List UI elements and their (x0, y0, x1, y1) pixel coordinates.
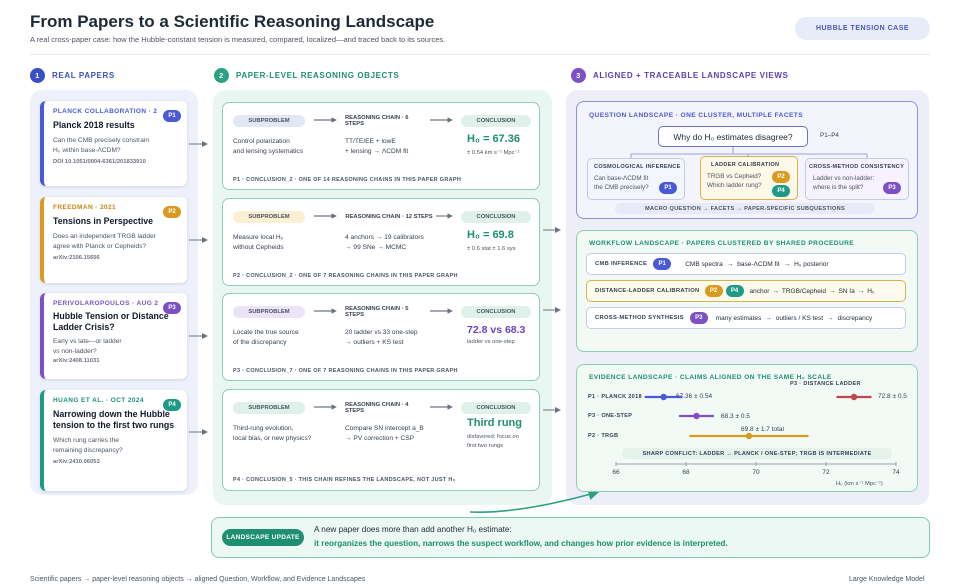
one-step-point (693, 412, 700, 420)
question-footer: MACRO QUESTION → FACETS → PAPER-SPECIFIC… (615, 203, 875, 214)
footer-caption: Scientific papers → paper-level reasonin… (30, 576, 366, 583)
workflow-row-synthesis[interactable]: CROSS-METHOD SYNTHESIS P3 many estimates… (586, 307, 906, 329)
workflow-tag-p2: P2 (704, 285, 723, 297)
question-landscape-panel: QUESTION LANDSCAPE · ONE CLUSTER, MULTIP… (576, 101, 918, 219)
workflow-row-cmb[interactable]: CMB INFERENCE P1 CMB spectra → base-ΛCDM … (586, 253, 906, 275)
facet-label: LADDER CALIBRATION (711, 162, 780, 168)
facet-tag-p3: P3 (883, 182, 901, 194)
workflow-row-ladder[interactable]: DISTANCE-LADDER CALIBRATION P2 P4 anchor… (586, 280, 906, 302)
x-tick-68: 68 (682, 469, 690, 476)
workflow-step: outliers / KS test (775, 314, 824, 322)
landscape-update-banner (211, 517, 930, 558)
workflow-label: DISTANCE-LADDER CALIBRATION (595, 288, 700, 294)
workflow-step: anchor (749, 287, 770, 295)
facet-text: Can base-ΛCDM fit the CMB precisely? (594, 175, 649, 192)
workflow-step: H₀ posterior (794, 260, 829, 268)
update-line-2: it reorganizes the question, narrows the… (314, 539, 728, 548)
x-tick-72: 72 (822, 469, 830, 476)
workflow-step: base-ΛCDM fit (737, 260, 780, 268)
trgb-point (745, 432, 753, 440)
workflow-tag-p4: P4 (725, 285, 744, 297)
facet-label: COSMOLOGICAL INFERENCE (594, 164, 681, 170)
workflow-step: many estimates (715, 314, 762, 322)
update-arrow (469, 489, 600, 513)
footer-brand: Large Knowledge Model (849, 576, 925, 583)
workflow-step: SN Ia (838, 287, 855, 295)
planck-point (660, 393, 667, 401)
workflow-tag-p1: P1 (653, 258, 672, 270)
x-tick-70: 70 (752, 469, 760, 476)
workflow-step: CMB spectra (685, 260, 723, 268)
x-tick-74: 74 (892, 469, 900, 476)
workflow-landscape-title: WORKFLOW LANDSCAPE · PAPERS CLUSTERED BY… (589, 240, 855, 247)
facet-tag-p1: P1 (659, 182, 677, 194)
facet-tag-p4: P4 (772, 185, 790, 197)
workflow-label: CROSS-METHOD SYNTHESIS (595, 315, 684, 321)
update-line-1: A new paper does more than add another H… (314, 525, 512, 534)
facet-cosmological[interactable]: COSMOLOGICAL INFERENCE Can base-ΛCDM fit… (587, 158, 685, 200)
facet-text: TRGB vs Cepheid? Which ladder rung? (707, 173, 762, 190)
facet-cross-method[interactable]: CROSS-METHOD CONSISTENCY Ladder vs non-l… (805, 158, 909, 200)
workflow-tag-p3: P3 (689, 312, 708, 324)
landscape-update-badge[interactable]: LANDSCAPE UPDATE (222, 529, 304, 546)
x-axis-label: H₀ (km s⁻¹ Mpc⁻¹) (836, 481, 883, 487)
facet-ladder[interactable]: LADDER CALIBRATION TRGB vs Cepheid? Which… (700, 156, 798, 200)
workflow-step: discrepancy (837, 314, 873, 322)
facet-text: Ladder vs non-ladder: where is the split? (813, 175, 875, 192)
workflow-step: H₀ (867, 287, 875, 295)
facet-label: CROSS-METHOD CONSISTENCY (809, 164, 905, 170)
ladder-point (850, 393, 858, 401)
workflow-step: TRGB/Cepheid (781, 287, 826, 295)
facet-tag-p2: P2 (772, 171, 790, 183)
workflow-label: CMB INFERENCE (595, 261, 648, 267)
x-tick-66: 66 (612, 469, 620, 476)
